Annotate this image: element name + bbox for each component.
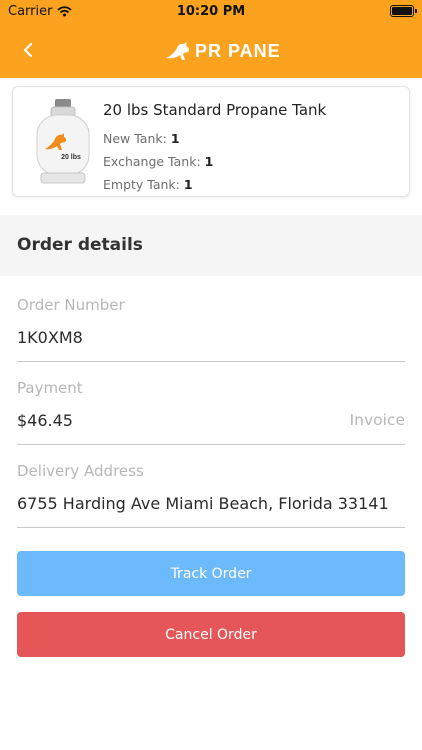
status-time: 10:20 PM [176, 4, 246, 19]
delivery-address-label: Delivery Address [17, 462, 144, 480]
empty-tank-value: 1 [183, 177, 193, 192]
status-bar: Carrier 10:20 PM [0, 0, 422, 22]
order-number-field: Order Number 1K0XM8 [17, 279, 405, 362]
product-title: 20 lbs Standard Propane Tank [103, 101, 327, 119]
product-card: 20 lbs 20 lbs Standard Propane Tank New … [12, 86, 410, 197]
battery-icon [390, 5, 417, 17]
delivery-address-value: 6755 Harding Ave Miami Beach, Florida 33… [17, 494, 389, 513]
empty-tank-label: Empty Tank: [103, 177, 180, 192]
payment-label: Payment [17, 379, 83, 397]
product-info: 20 lbs Standard Propane Tank New Tank: 1… [103, 101, 326, 196]
new-tank-value: 1 [170, 131, 180, 146]
order-details-header: Order details [0, 215, 422, 276]
exchange-tank-label: Exchange Tank: [103, 154, 201, 169]
payment-amount: $46.45 [17, 411, 73, 430]
brand-logo: PR PANE [163, 36, 281, 66]
exchange-tank-value: 1 [204, 154, 214, 169]
delivery-address-field: Delivery Address 6755 Harding Ave Miami … [17, 445, 405, 528]
propane-tank-icon: 20 lbs [36, 99, 90, 184]
order-number-label: Order Number [17, 296, 125, 314]
exchange-tank-row: Exchange Tank: 1 [103, 150, 326, 173]
order-details-title: Order details [17, 235, 143, 255]
tank-capacity-label: 20 lbs [61, 154, 81, 161]
chevron-left-icon [23, 42, 33, 58]
order-number-value: 1K0XM8 [17, 328, 83, 347]
invoice-link[interactable]: Invoice [350, 411, 405, 429]
back-button[interactable] [14, 36, 42, 64]
logo-wordmark: PR PANE [195, 40, 281, 61]
cancel-order-button[interactable]: Cancel Order [17, 612, 405, 657]
empty-tank-row: Empty Tank: 1 [103, 173, 326, 196]
nav-bar: PR PANE [0, 22, 422, 78]
new-tank-row: New Tank: 1 [103, 127, 326, 150]
track-order-button[interactable]: Track Order [17, 551, 405, 596]
payment-field: Payment $46.45 Invoice [17, 362, 405, 445]
new-tank-label: New Tank: [103, 131, 167, 146]
kangaroo-icon [166, 42, 190, 60]
